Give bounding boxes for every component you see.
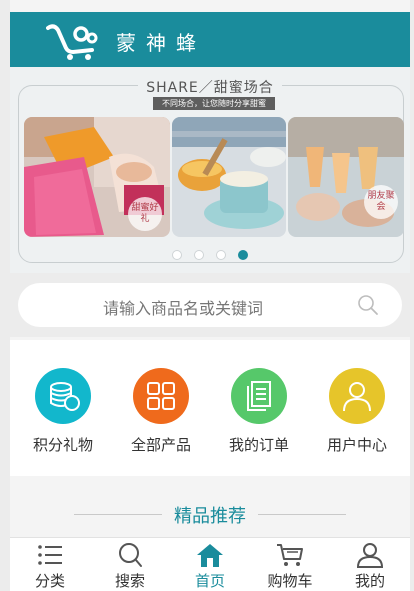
search-area: 请输入商品名或关键词	[10, 273, 410, 337]
page: 蒙神蜂 SHARE／甜蜜场合 不同场合，让您随时分享甜蜜 甜蜜好礼 朋友聚会 请…	[0, 0, 414, 591]
category-circle	[329, 368, 385, 424]
carousel-dot[interactable]	[194, 250, 204, 260]
bottom-tab-bar: 分类 搜索 首页 购物车 我的	[10, 537, 410, 591]
banner-photo-party: 朋友聚会	[288, 117, 404, 237]
list-icon	[38, 545, 62, 565]
banner-headline: SHARE／甜蜜场合	[10, 77, 410, 97]
banner-photo-gift: 甜蜜好礼	[24, 117, 170, 237]
category-label: 积分礼物	[32, 436, 93, 454]
tab-cart[interactable]: 购物车	[250, 542, 330, 591]
carousel-dots	[10, 250, 410, 260]
tab-label: 首页	[194, 572, 225, 590]
search-placeholder: 请输入商品名或关键词	[102, 299, 263, 318]
party-stamp: 朋友聚会	[364, 185, 398, 219]
home-icon	[197, 544, 223, 567]
category-my-orders[interactable]: 我的订单	[210, 368, 308, 455]
category-label: 全部产品	[130, 436, 191, 454]
tab-category[interactable]: 分类	[10, 542, 90, 591]
divider	[258, 514, 346, 515]
category-circle	[35, 368, 91, 424]
search-input[interactable]: 请输入商品名或关键词	[18, 283, 402, 327]
user-icon	[356, 543, 384, 568]
frame-right	[410, 0, 414, 591]
drink-photo-illustration	[172, 117, 286, 237]
tab-label: 购物车	[267, 572, 313, 590]
category-all-products[interactable]: 全部产品	[112, 368, 210, 455]
category-circle	[231, 368, 287, 424]
carousel-dot[interactable]	[172, 250, 182, 260]
banner-subline: 不同场合，让您随时分享甜蜜	[153, 97, 275, 110]
grid-icon	[147, 382, 175, 410]
category-circle	[133, 368, 189, 424]
tab-search[interactable]: 搜索	[90, 542, 170, 591]
category-points-gift[interactable]: 积分礼物	[14, 368, 112, 455]
category-shortcuts: 积分礼物 全部产品 我的订单 用户中心	[10, 340, 410, 476]
category-user-center[interactable]: 用户中心	[308, 368, 406, 455]
carousel-dot[interactable]	[216, 250, 226, 260]
banner-photo-drink	[172, 117, 286, 237]
tab-home[interactable]: 首页	[170, 542, 250, 591]
carousel-dot-active[interactable]	[238, 250, 248, 260]
coins-icon	[50, 382, 80, 411]
party-photo-illustration	[288, 117, 404, 237]
shopping-cart-logo-icon[interactable]	[46, 20, 102, 60]
featured-section: 精品推荐	[10, 480, 410, 540]
tab-label: 搜索	[114, 572, 145, 590]
banner-headline-text: SHARE／甜蜜场合	[138, 77, 282, 97]
featured-title: 精品推荐	[174, 506, 246, 527]
app-header: 蒙神蜂	[10, 12, 410, 67]
cart-icon	[277, 544, 303, 566]
gift-stamp: 甜蜜好礼	[128, 197, 162, 231]
tab-label: 分类	[34, 572, 65, 590]
category-label: 用户中心	[326, 436, 387, 454]
app-title: 蒙神蜂	[116, 31, 206, 55]
search-icon[interactable]	[356, 293, 380, 317]
app-content: 蒙神蜂 SHARE／甜蜜场合 不同场合，让您随时分享甜蜜 甜蜜好礼 朋友聚会 请…	[10, 0, 410, 591]
banner-carousel[interactable]: SHARE／甜蜜场合 不同场合，让您随时分享甜蜜 甜蜜好礼 朋友聚会	[10, 67, 410, 273]
user-icon	[343, 382, 371, 412]
tab-mine[interactable]: 我的	[330, 542, 410, 591]
document-icon	[247, 381, 271, 411]
frame-left	[0, 0, 10, 591]
search-icon	[119, 543, 142, 567]
tab-label: 我的	[354, 572, 385, 590]
category-label: 我的订单	[228, 436, 289, 454]
